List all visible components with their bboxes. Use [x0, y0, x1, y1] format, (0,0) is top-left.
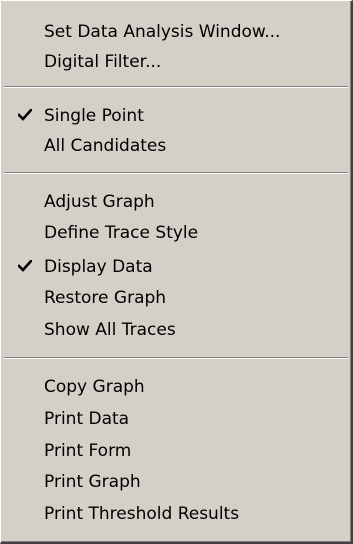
menu-separator	[4, 357, 348, 359]
menu-item-restore-graph[interactable]: Restore Graph	[1, 283, 350, 313]
menu-item-print-form[interactable]: Print Form	[1, 436, 350, 466]
menu-item-label: Copy Graph	[44, 377, 145, 397]
menu-item-label: Show All Traces	[44, 320, 176, 340]
menu-item-copy-graph[interactable]: Copy Graph	[1, 372, 350, 402]
menu-item-label: Print Graph	[44, 472, 141, 492]
menu-item-label: Display Data	[44, 257, 153, 277]
menu-separator	[4, 86, 348, 88]
context-menu: Set Data Analysis Window... Digital Filt…	[0, 0, 353, 544]
menu-item-label: All Candidates	[44, 136, 167, 156]
menu-item-label: Adjust Graph	[44, 192, 155, 212]
menu-item-show-all-traces[interactable]: Show All Traces	[1, 315, 350, 345]
menu-item-define-trace-style[interactable]: Define Trace Style	[1, 218, 350, 248]
checkmark-icon	[18, 101, 36, 131]
menu-separator	[4, 172, 348, 174]
menu-item-label: Print Form	[44, 441, 132, 461]
menu-item-label: Print Data	[44, 409, 130, 429]
menu-item-print-data[interactable]: Print Data	[1, 404, 350, 434]
checkmark-icon	[18, 252, 36, 282]
menu-item-label: Define Trace Style	[44, 223, 199, 243]
menu-item-display-data[interactable]: Display Data	[1, 252, 350, 282]
menu-item-single-point[interactable]: Single Point	[1, 101, 350, 131]
menu-item-label: Print Threshold Results	[44, 504, 240, 524]
menu-item-print-threshold-results[interactable]: Print Threshold Results	[1, 499, 350, 529]
menu-item-set-data-analysis-window[interactable]: Set Data Analysis Window...	[1, 17, 350, 47]
menu-item-print-graph[interactable]: Print Graph	[1, 467, 350, 497]
menu-item-all-candidates[interactable]: All Candidates	[1, 131, 350, 161]
menu-item-label: Digital Filter...	[44, 52, 162, 72]
menu-item-label: Set Data Analysis Window...	[44, 22, 281, 42]
menu-item-label: Restore Graph	[44, 288, 167, 308]
menu-item-digital-filter[interactable]: Digital Filter...	[1, 47, 350, 77]
menu-item-label: Single Point	[44, 106, 144, 126]
menu-item-adjust-graph[interactable]: Adjust Graph	[1, 187, 350, 217]
